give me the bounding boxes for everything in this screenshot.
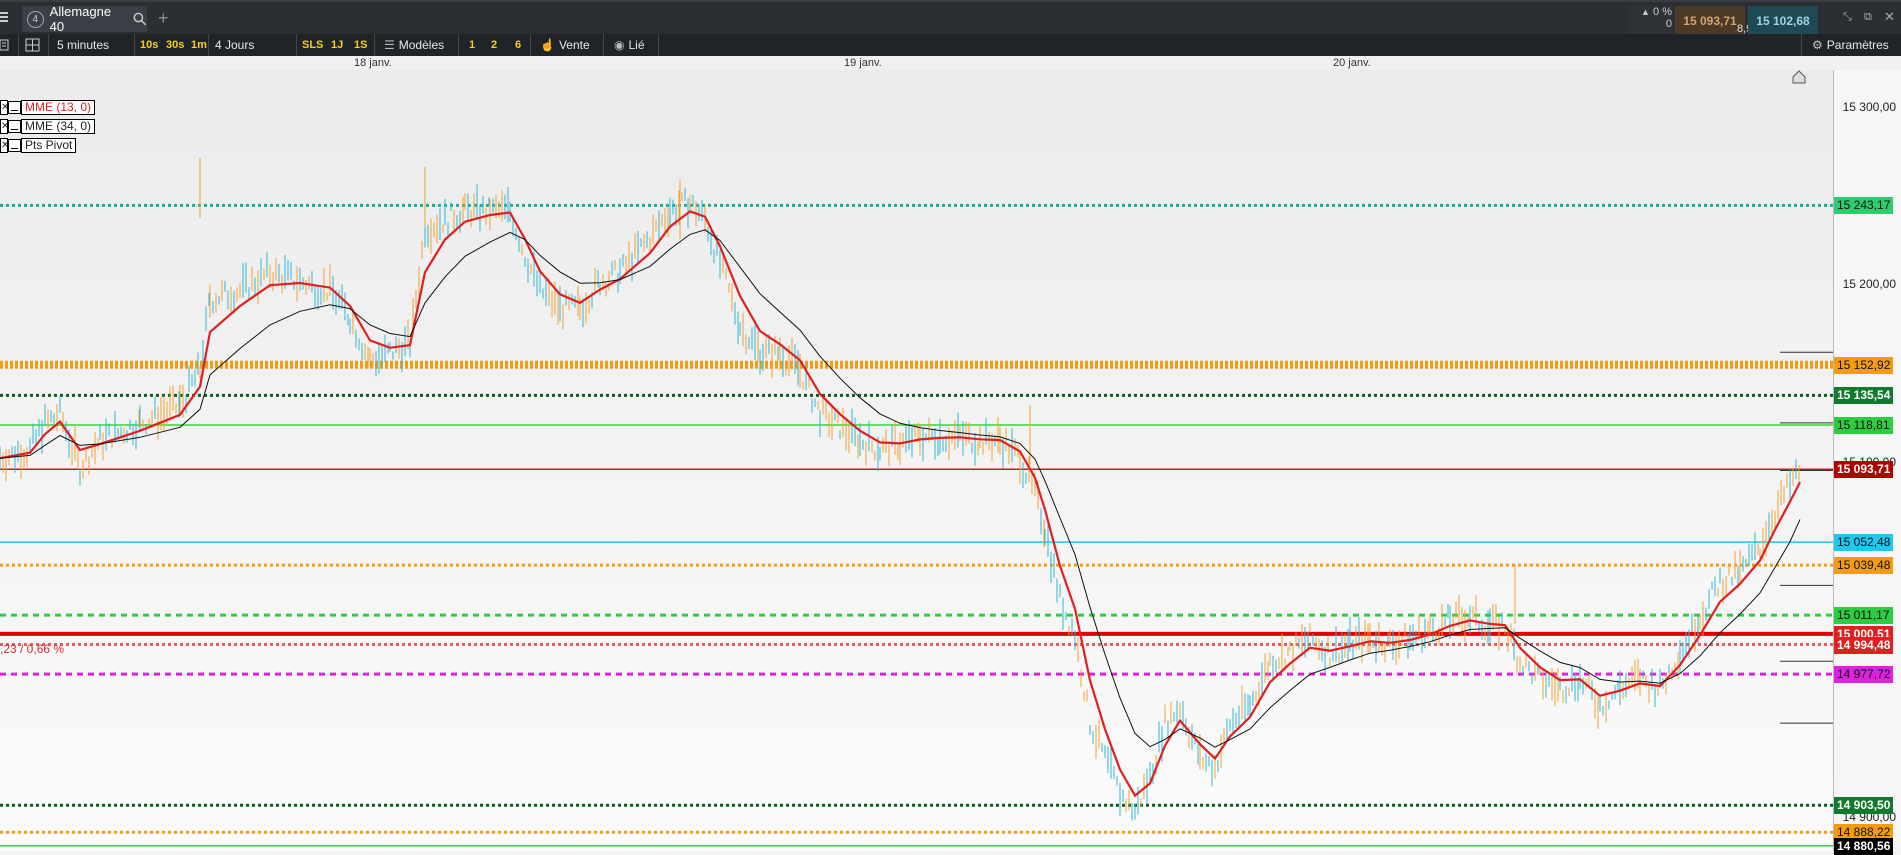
legend-item-pivot[interactable]: ✕ Pts Pivot bbox=[0, 138, 77, 153]
legend-item-mme-13[interactable]: ✕ MME (13, 0) bbox=[0, 100, 96, 115]
linked-button[interactable]: ◉ Lié bbox=[614, 34, 645, 56]
remove-icon[interactable]: ✕ bbox=[0, 119, 8, 134]
chart-area[interactable]: ✕ MME (13, 0) ✕ MME (34, 0) ✕ Pts Pivot … bbox=[0, 70, 1833, 851]
models-label: Modèles bbox=[398, 38, 445, 52]
remove-icon[interactable]: ✕ bbox=[0, 138, 8, 153]
models-button[interactable]: ☰ Modèles bbox=[384, 34, 444, 56]
up-triangle-icon: ▲ bbox=[1641, 7, 1650, 17]
sliders-icon: ☰ bbox=[384, 38, 395, 52]
range-sls[interactable]: SLS bbox=[302, 34, 323, 56]
price-level-label: 15 152,92 bbox=[1834, 356, 1894, 374]
eye-icon: ◉ bbox=[614, 38, 625, 52]
list-icon[interactable] bbox=[0, 34, 10, 56]
date-label: 18 janv. bbox=[354, 57, 392, 69]
chart-toolbar: 5 minutes 10s 30s 1m 4 Jours SLS 1J 1S ☰… bbox=[0, 34, 1901, 56]
price-level-label: 14 903,50 bbox=[1834, 797, 1894, 815]
timeframe-1m[interactable]: 1m bbox=[191, 34, 207, 56]
close-icon[interactable]: ✕ bbox=[1884, 9, 1895, 25]
price-level-label: 14 880,56 bbox=[1834, 837, 1894, 855]
timeframe-select[interactable]: 5 minutes bbox=[57, 34, 109, 56]
price-level-label: 15 011,17 bbox=[1834, 607, 1893, 625]
price-plot[interactable] bbox=[0, 70, 1833, 851]
menu-icon[interactable] bbox=[0, 10, 8, 24]
range-1s[interactable]: 1S bbox=[354, 34, 367, 56]
legend-item-mme-34[interactable]: ✕ MME (34, 0) bbox=[0, 119, 96, 134]
price-level-label: 15 243,17 bbox=[1834, 197, 1894, 215]
visibility-checkbox[interactable] bbox=[8, 101, 21, 114]
collapse-icon[interactable]: ⤡ bbox=[1843, 11, 1852, 24]
price-level-label: 14 994,48 bbox=[1834, 636, 1894, 654]
gear-icon: ⚙ bbox=[1812, 38, 1823, 52]
remove-icon[interactable]: ✕ bbox=[0, 100, 8, 115]
legend-label: MME (13, 0) bbox=[21, 100, 96, 115]
position-annotation: ,23 / 0,66 % bbox=[0, 642, 65, 656]
instrument-name: Allemagne 40 bbox=[49, 4, 112, 34]
ask-price-button[interactable]: 15 102,68 bbox=[1748, 6, 1818, 36]
legend-label: Pts Pivot bbox=[21, 138, 77, 153]
range-1j[interactable]: 1J bbox=[331, 34, 343, 56]
tab-number: 4 bbox=[27, 10, 44, 28]
sell-label: Vente bbox=[558, 38, 590, 52]
date-label: 20 janv. bbox=[1333, 57, 1371, 69]
date-label: 19 janv. bbox=[844, 57, 882, 69]
instrument-tab[interactable]: 4 Allemagne 40 bbox=[22, 4, 147, 34]
add-tab-icon[interactable]: + bbox=[158, 8, 169, 29]
price-level-label: 14 977,72 bbox=[1834, 666, 1894, 684]
popout-icon[interactable]: ⧉ bbox=[1864, 11, 1872, 24]
layout-1[interactable]: 1 bbox=[469, 34, 475, 56]
change-indicator: ▲ 0 % 0 bbox=[1628, 6, 1672, 36]
visibility-checkbox[interactable] bbox=[8, 139, 21, 152]
price-level-label: 15 052,48 bbox=[1834, 534, 1894, 552]
timeframe-10s[interactable]: 10s bbox=[140, 34, 158, 56]
change-pct: 0 % bbox=[1653, 6, 1672, 18]
price-tick: 15 200,00 bbox=[1842, 277, 1896, 291]
sell-button[interactable]: ☝ Vente bbox=[540, 34, 590, 56]
price-level-label: 15 118,81 bbox=[1834, 416, 1893, 434]
settings-button[interactable]: ⚙ Paramètres bbox=[1812, 34, 1889, 56]
price-level-label: 15 039,48 bbox=[1834, 557, 1894, 575]
layout-6[interactable]: 6 bbox=[515, 34, 521, 56]
linked-label: Lié bbox=[628, 38, 645, 52]
timeframe-30s[interactable]: 30s bbox=[166, 34, 184, 56]
hand-icon: ☝ bbox=[540, 38, 555, 52]
visibility-checkbox[interactable] bbox=[8, 120, 21, 133]
ema-13-line bbox=[0, 210, 1801, 798]
ema-34-line bbox=[0, 229, 1801, 748]
period-select[interactable]: 4 Jours bbox=[215, 34, 254, 56]
legend-label: MME (34, 0) bbox=[21, 119, 96, 134]
date-axis: 18 janv. 19 janv. 20 janv. bbox=[0, 56, 1901, 70]
window-titlebar: 4 Allemagne 40 + ▲ 0 % 0 15 093,71 8,97 … bbox=[0, 0, 1901, 36]
layout-2[interactable]: 2 bbox=[491, 34, 497, 56]
home-icon[interactable] bbox=[1792, 70, 1808, 86]
grid-layout-icon[interactable] bbox=[25, 34, 41, 56]
search-icon[interactable] bbox=[133, 12, 147, 26]
change-count: 0 bbox=[1665, 18, 1672, 30]
price-level-label: 15 093,71 bbox=[1834, 461, 1894, 479]
bid-price-button[interactable]: 15 093,71 bbox=[1675, 6, 1745, 36]
settings-label: Paramètres bbox=[1826, 38, 1889, 52]
price-tick: 15 300,00 bbox=[1842, 100, 1896, 114]
price-level-label: 15 135,54 bbox=[1834, 387, 1894, 405]
